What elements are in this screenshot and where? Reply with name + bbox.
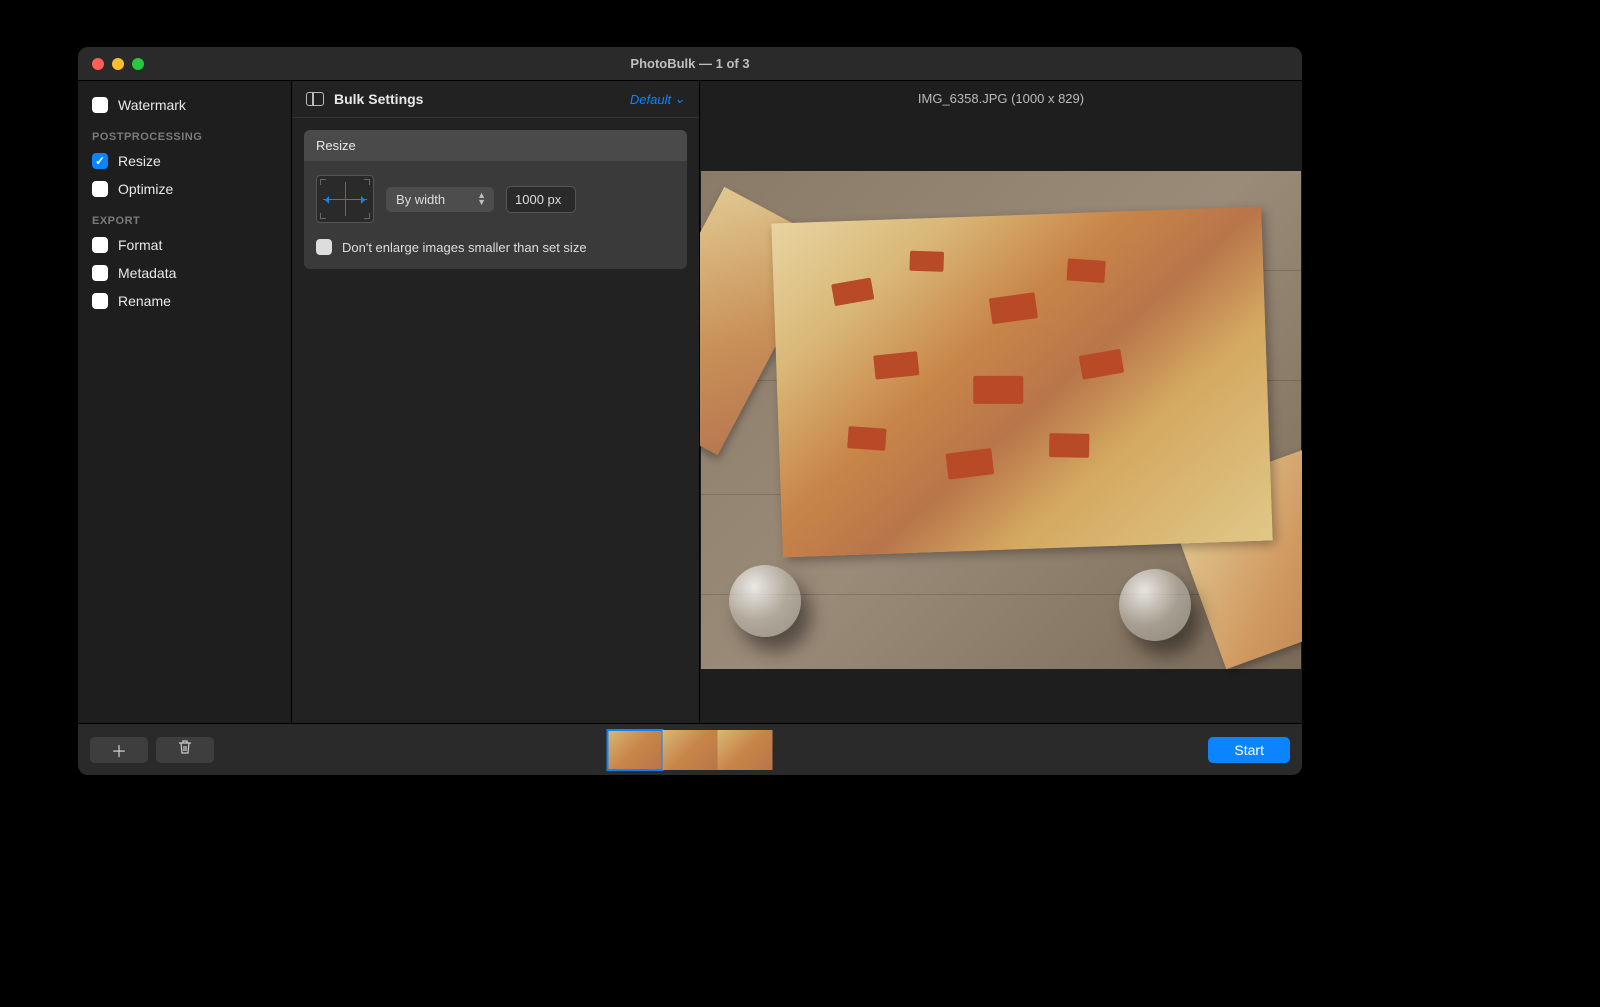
start-button-label: Start xyxy=(1234,742,1264,758)
sidebar: Watermark POSTPROCESSING Resize Optimize… xyxy=(78,81,292,723)
thumbnail-3[interactable] xyxy=(718,730,773,770)
checkbox-optimize[interactable] xyxy=(92,181,108,197)
resize-panel-title: Resize xyxy=(304,130,687,161)
settings-body: Resize By width ▲▼ xyxy=(292,118,699,281)
sidebar-item-watermark[interactable]: Watermark xyxy=(78,91,291,119)
resize-mode-value: By width xyxy=(396,192,445,207)
sidebar-label-format: Format xyxy=(118,237,162,253)
zoom-window-button[interactable] xyxy=(132,58,144,70)
checkbox-metadata[interactable] xyxy=(92,265,108,281)
resize-dimension-icon xyxy=(316,175,374,223)
resize-panel: Resize By width ▲▼ xyxy=(304,130,687,269)
minimize-window-button[interactable] xyxy=(112,58,124,70)
preview-image xyxy=(700,116,1302,723)
sidebar-item-resize[interactable]: Resize xyxy=(78,147,291,175)
app-window: PhotoBulk — 1 of 3 Watermark POSTPROCESS… xyxy=(78,47,1302,775)
close-window-button[interactable] xyxy=(92,58,104,70)
sidebar-toggle-icon[interactable] xyxy=(306,92,324,106)
sidebar-label-metadata: Metadata xyxy=(118,265,176,281)
resize-mode-row: By width ▲▼ 1000 px xyxy=(316,175,675,223)
sidebar-item-rename[interactable]: Rename xyxy=(78,287,291,315)
preview-filename: IMG_6358.JPG (1000 x 829) xyxy=(700,81,1302,116)
sidebar-group-postprocessing: POSTPROCESSING xyxy=(78,119,291,147)
sidebar-item-metadata[interactable]: Metadata xyxy=(78,259,291,287)
settings-title: Bulk Settings xyxy=(334,91,423,107)
sidebar-label-resize: Resize xyxy=(118,153,161,169)
add-button[interactable]: ＋ xyxy=(90,737,148,763)
resize-value-input[interactable]: 1000 px xyxy=(506,186,576,213)
trash-icon xyxy=(178,739,192,760)
dont-enlarge-row[interactable]: Don't enlarge images smaller than set si… xyxy=(316,239,675,255)
preset-label: Default xyxy=(630,92,671,107)
settings-panel: Bulk Settings Default ⌄ Resize xyxy=(292,81,700,723)
traffic-lights xyxy=(92,58,144,70)
checkbox-rename[interactable] xyxy=(92,293,108,309)
dont-enlarge-label: Don't enlarge images smaller than set si… xyxy=(342,240,587,255)
sidebar-item-optimize[interactable]: Optimize xyxy=(78,175,291,203)
select-caret-icon: ▲▼ xyxy=(477,192,486,206)
preview-pane: IMG_6358.JPG (1000 x 829) xyxy=(700,81,1302,723)
resize-mode-select[interactable]: By width ▲▼ xyxy=(386,187,494,212)
sidebar-item-format[interactable]: Format xyxy=(78,231,291,259)
thumbnail-1[interactable] xyxy=(608,730,663,770)
thumbnail-2[interactable] xyxy=(663,730,718,770)
checkbox-watermark[interactable] xyxy=(92,97,108,113)
sidebar-label-rename: Rename xyxy=(118,293,171,309)
sidebar-group-export: EXPORT xyxy=(78,203,291,231)
checkbox-resize[interactable] xyxy=(92,153,108,169)
window-title: PhotoBulk — 1 of 3 xyxy=(630,56,749,71)
checkbox-format[interactable] xyxy=(92,237,108,253)
thumbnail-strip xyxy=(608,730,773,770)
sidebar-label-watermark: Watermark xyxy=(118,97,186,113)
delete-button[interactable] xyxy=(156,737,214,763)
start-button[interactable]: Start xyxy=(1208,737,1290,763)
preset-dropdown[interactable]: Default ⌄ xyxy=(630,91,685,107)
sidebar-label-optimize: Optimize xyxy=(118,181,173,197)
checkbox-dont-enlarge[interactable] xyxy=(316,239,332,255)
window-body: Watermark POSTPROCESSING Resize Optimize… xyxy=(78,81,1302,723)
titlebar: PhotoBulk — 1 of 3 xyxy=(78,47,1302,81)
footer: ＋ Start xyxy=(78,723,1302,775)
plus-icon: ＋ xyxy=(111,738,127,762)
settings-header: Bulk Settings Default ⌄ xyxy=(292,81,699,118)
chevron-down-icon: ⌄ xyxy=(674,91,685,107)
